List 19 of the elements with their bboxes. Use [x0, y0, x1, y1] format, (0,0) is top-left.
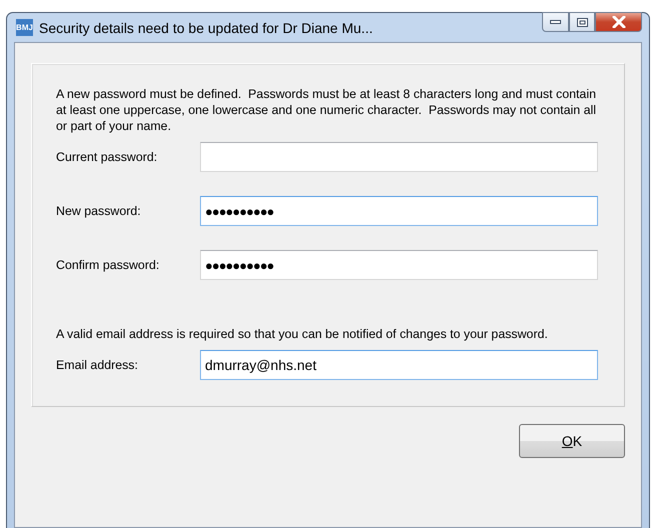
field-label: Current password: — [56, 150, 158, 164]
email-note-text: A valid email address is required so that you can be notified of changes to your password. — [56, 326, 549, 342]
password-rules-text: A new password must be defined. Passwords must be at least 8 characters long and must contain at least one uppercase, one lowercase and one numeric character. Passwords may not contain all or part of your name. — [56, 86, 597, 134]
field-label: Confirm password: — [56, 258, 160, 272]
password-field[interactable] — [200, 142, 598, 172]
maximize-icon — [576, 18, 588, 26]
close-icon — [612, 16, 626, 28]
maximize-button[interactable] — [569, 12, 595, 32]
window-title: Security details need to be updated for Dr Diane Mu... — [39, 20, 374, 36]
close-button[interactable] — [595, 12, 642, 32]
field-label: Email address: — [56, 358, 139, 372]
password-field[interactable]: ●●●●●●●●●● — [200, 196, 598, 226]
app-icon: BMJ — [16, 19, 33, 36]
minimize-button[interactable] — [542, 12, 569, 32]
password-field[interactable]: ●●●●●●●●●● — [200, 250, 598, 280]
ok-button[interactable]: OK — [519, 424, 625, 458]
field-label: New password: — [56, 204, 142, 218]
email-field[interactable]: dmurray@nhs.net — [200, 350, 598, 380]
minimize-icon — [550, 20, 561, 24]
